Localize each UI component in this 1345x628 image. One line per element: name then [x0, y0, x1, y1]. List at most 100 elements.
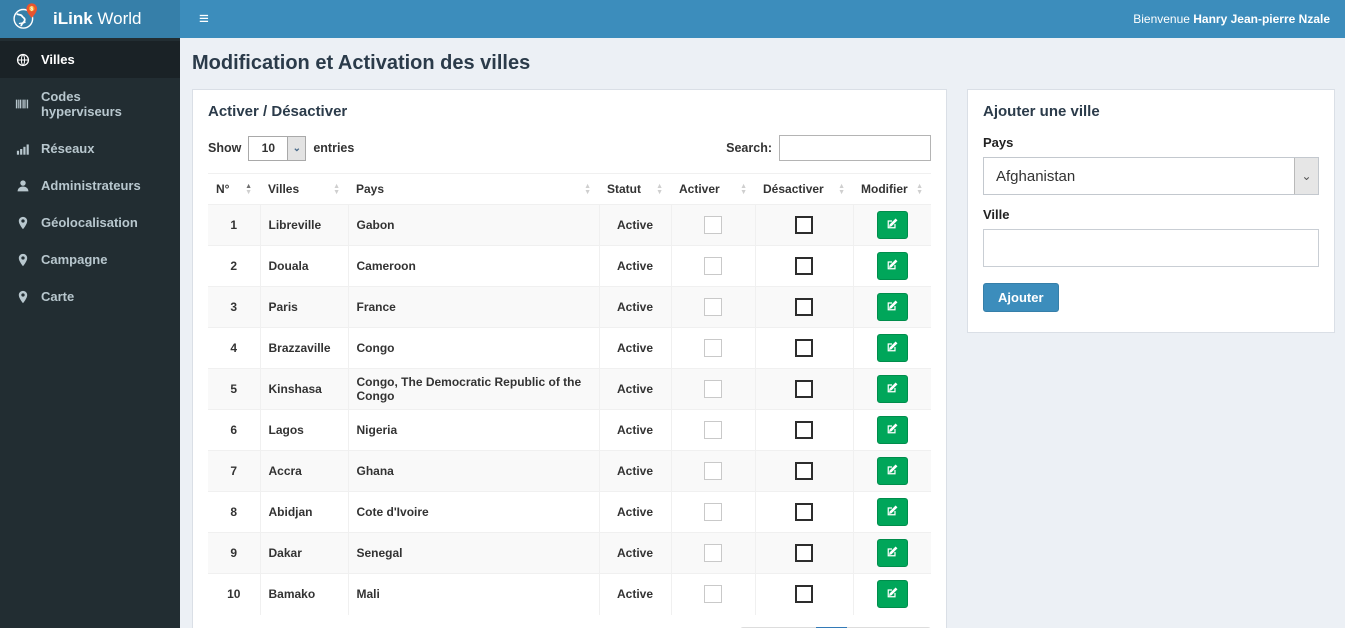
chevron-down-icon: ⌄ — [1294, 158, 1318, 194]
cell-statut: Active — [599, 532, 672, 574]
ville-input[interactable] — [983, 229, 1319, 267]
cell-numero: 9 — [208, 532, 261, 574]
modifier-button[interactable] — [876, 457, 908, 485]
desactiver-checkbox[interactable] — [795, 544, 813, 562]
column-header[interactable]: ▲ ▼ Désactiver — [755, 173, 853, 205]
table-row: 9 Dakar Senegal Active — [208, 532, 931, 574]
search-input[interactable] — [779, 135, 931, 161]
sort-icon: ▲ ▼ — [245, 183, 252, 196]
activer-checkbox — [704, 503, 722, 521]
sort-icon: ▲ ▼ — [740, 183, 747, 196]
pays-select[interactable]: Afghanistan ⌄ — [983, 157, 1319, 195]
desactiver-checkbox[interactable] — [795, 339, 813, 357]
column-header[interactable]: ▲ ▼ Pays — [348, 173, 599, 205]
column-header[interactable]: ▲ ▼ Modifier — [853, 173, 931, 205]
globe-icon — [15, 53, 30, 67]
app-title: iLink World — [53, 9, 142, 28]
modifier-button[interactable] — [876, 498, 908, 526]
cell-numero: 3 — [208, 286, 261, 328]
cell-numero: 7 — [208, 450, 261, 492]
sidebar-item-administrateurs[interactable]: Administrateurs — [0, 167, 180, 204]
cell-pays: Congo — [348, 327, 600, 369]
cell-ville: Brazzaville — [260, 327, 349, 369]
desactiver-checkbox[interactable] — [795, 503, 813, 521]
cell-numero: 1 — [208, 204, 261, 246]
desactiver-checkbox[interactable] — [795, 462, 813, 480]
sidebar-item-villes[interactable]: Villes — [0, 41, 180, 78]
main-content: Modification et Activation des villes Ac… — [180, 38, 1345, 628]
brand[interactable]: $ iLink World — [0, 0, 180, 38]
table-row: 8 Abidjan Cote d'Ivoire Active — [208, 491, 931, 533]
sidebar-item-campagne[interactable]: Campagne — [0, 241, 180, 278]
show-label: Show — [208, 141, 242, 155]
sort-icon: ▲ ▼ — [584, 183, 591, 196]
sidebar-item-geolocalisation[interactable]: Géolocalisation — [0, 204, 180, 241]
cell-numero: 5 — [208, 368, 261, 410]
sidebar-item-label: Villes — [41, 52, 75, 67]
table-row: 6 Lagos Nigeria Active — [208, 409, 931, 451]
sidebar-item-label: Géolocalisation — [41, 215, 138, 230]
column-header[interactable]: ▲ ▼ N° — [208, 173, 260, 205]
search-label: Search: — [726, 141, 772, 155]
cell-ville: Lagos — [260, 409, 349, 451]
modifier-button[interactable] — [876, 416, 908, 444]
activer-checkbox — [704, 216, 722, 234]
cell-numero: 8 — [208, 491, 261, 533]
activer-checkbox — [704, 257, 722, 275]
cell-pays: Cameroon — [348, 245, 600, 287]
cell-statut: Active — [599, 409, 672, 451]
desactiver-checkbox[interactable] — [795, 585, 813, 604]
edit-icon — [886, 258, 899, 274]
cell-pays: Mali — [348, 573, 600, 615]
cell-pays: Ghana — [348, 450, 600, 492]
edit-icon — [886, 381, 899, 397]
sidebar-item-label: Codes hyperviseurs — [40, 89, 122, 119]
modifier-button[interactable] — [876, 334, 908, 362]
sidebar-item-label: Campagne — [41, 252, 108, 267]
modifier-button[interactable] — [876, 539, 908, 567]
pays-selected-value: Afghanistan — [996, 167, 1076, 185]
column-header[interactable]: ▲ ▼ Statut — [599, 173, 671, 205]
map-marker-icon — [15, 290, 30, 304]
sidebar-item-codes-hyperviseurs[interactable]: Codes hyperviseurs — [0, 78, 180, 130]
user-icon — [15, 179, 30, 193]
column-header[interactable]: ▲ ▼ Villes — [260, 173, 348, 205]
modifier-button[interactable] — [876, 252, 908, 280]
desactiver-checkbox[interactable] — [795, 421, 813, 439]
sidebar-item-carte[interactable]: Carte — [0, 278, 180, 315]
desactiver-checkbox[interactable] — [795, 216, 813, 234]
edit-icon — [886, 422, 899, 438]
ajouter-button[interactable]: Ajouter — [983, 283, 1059, 312]
entries-length-select[interactable]: 10 ⌄ — [248, 135, 307, 161]
activer-checkbox — [704, 339, 722, 357]
desactiver-checkbox[interactable] — [795, 298, 813, 316]
desactiver-checkbox[interactable] — [795, 380, 813, 398]
sidebar-item-reseaux[interactable]: Réseaux — [0, 130, 180, 167]
cell-numero: 10 — [208, 573, 261, 615]
chevron-down-icon: ⌄ — [287, 136, 306, 160]
panel-title: Ajouter une ville — [983, 103, 1100, 120]
cell-ville: Dakar — [260, 532, 349, 574]
cell-ville: Accra — [260, 450, 349, 492]
sort-icon: ▲ ▼ — [916, 183, 923, 196]
modifier-button[interactable] — [876, 293, 908, 321]
barcode-icon — [15, 97, 30, 111]
sidebar-item-label: Administrateurs — [41, 178, 141, 193]
cell-pays: Congo, The Democratic Republic of the Co… — [348, 368, 600, 410]
cell-pays: Senegal — [348, 532, 600, 574]
column-header[interactable]: ▲ ▼ Activer — [671, 173, 755, 205]
table-row: 3 Paris France Active — [208, 286, 931, 328]
hamburger-icon[interactable]: ≡ — [195, 9, 213, 29]
cell-statut: Active — [599, 450, 672, 492]
cell-ville: Paris — [260, 286, 349, 328]
sort-icon: ▲ ▼ — [333, 183, 340, 196]
modifier-button[interactable] — [876, 375, 908, 403]
edit-icon — [886, 299, 899, 315]
cell-statut: Active — [599, 491, 672, 533]
cell-pays: Nigeria — [348, 409, 600, 451]
map-marker-icon — [15, 216, 30, 230]
desactiver-checkbox[interactable] — [795, 257, 813, 275]
map-marker-icon — [15, 253, 30, 267]
modifier-button[interactable] — [876, 580, 908, 609]
modifier-button[interactable] — [876, 211, 908, 239]
